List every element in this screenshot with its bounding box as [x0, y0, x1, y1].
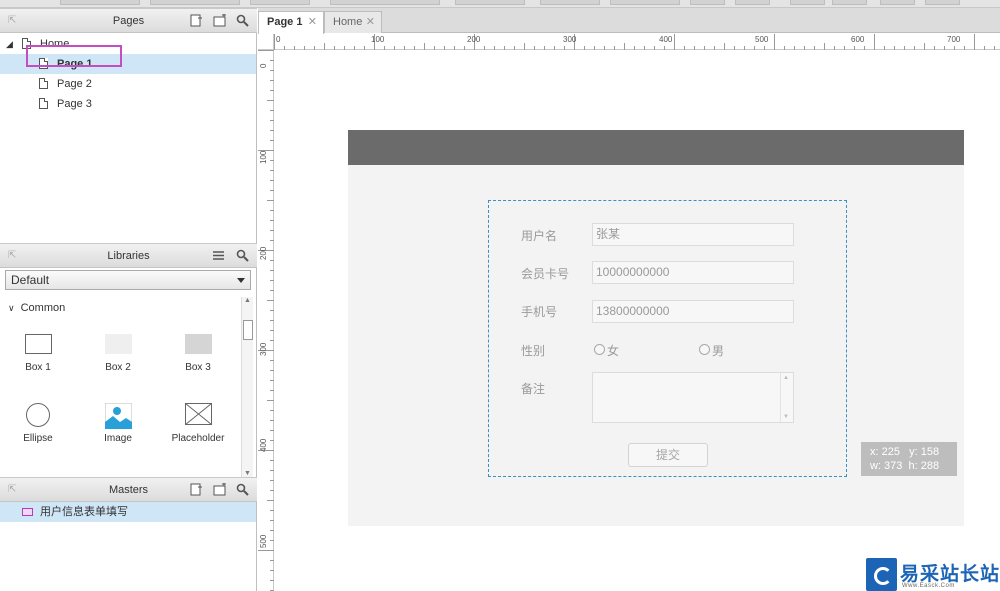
tree-item-label: Page 3 — [57, 98, 92, 110]
page-icon — [39, 98, 48, 109]
vertical-ruler: 0 100 200 300 400 500 — [258, 50, 274, 591]
ruler-label: 0 — [259, 63, 268, 68]
tooltip-w: w: 373 — [870, 460, 903, 472]
left-panel: ⇱ Pages ◢ Home Page 1 Page 2 Page 3 ⇱ Li… — [0, 8, 257, 591]
collapse-triangle-icon[interactable]: ◢ — [6, 34, 13, 54]
library-select-value: Default — [11, 273, 50, 287]
ruler-label: 500 — [259, 534, 268, 548]
page-icon — [39, 78, 48, 89]
selected-form-group[interactable] — [488, 200, 847, 477]
tab-label: Home — [333, 16, 363, 28]
page-icon — [22, 38, 31, 49]
logo-icon — [866, 558, 897, 591]
box-2-shape — [104, 334, 132, 354]
library-scrollbar[interactable]: ▲ ▼ — [241, 297, 253, 477]
tooltip-y: y: 158 — [909, 446, 940, 458]
ruler-label: 300 — [259, 342, 268, 356]
ruler-label: 200 — [259, 246, 268, 260]
ruler-label: 400 — [659, 35, 673, 44]
add-page-icon[interactable] — [190, 14, 203, 27]
tree-item-home[interactable]: ◢ Home — [0, 34, 256, 54]
mock-header-bar[interactable] — [348, 130, 964, 165]
tab-home[interactable]: Home ✕ — [324, 11, 382, 33]
library-group-common[interactable]: ∨ Common — [8, 302, 65, 314]
library-item-label: Image — [104, 433, 132, 444]
library-item-box-1[interactable]: Box 1 — [8, 334, 68, 373]
ruler-label: 100 — [371, 35, 385, 44]
add-master-icon[interactable] — [190, 483, 203, 496]
library-item-label: Box 3 — [185, 362, 211, 373]
master-item-label: 用户信息表单填写 — [40, 506, 128, 518]
tree-item-label: Home — [40, 38, 70, 50]
ruler-label: 300 — [563, 35, 577, 44]
watermark-text: 易采站长站 — [900, 563, 1000, 585]
search-icon[interactable] — [236, 483, 249, 496]
box-3-shape — [184, 334, 212, 354]
ruler-label: 400 — [259, 438, 268, 452]
search-icon[interactable] — [236, 14, 249, 27]
library-item-label: Ellipse — [23, 433, 53, 444]
page-icon — [39, 58, 48, 69]
library-item-label: Box 1 — [25, 362, 51, 373]
library-item-box-2[interactable]: Box 2 — [88, 334, 148, 373]
search-icon[interactable] — [236, 249, 249, 262]
watermark-subtext: Www.Easck.Com — [902, 583, 955, 589]
add-folder-icon[interactable] — [213, 483, 226, 496]
library-select[interactable]: Default — [5, 270, 251, 290]
scroll-down-icon[interactable]: ▼ — [244, 470, 251, 477]
masters-panel-header: ⇱ Masters — [0, 477, 257, 502]
add-folder-icon[interactable] — [213, 14, 226, 27]
tree-item-label: Page 2 — [57, 78, 92, 90]
tree-item-page-1[interactable]: Page 1 — [0, 54, 256, 74]
scroll-up-icon[interactable]: ▲ — [244, 297, 251, 304]
page-tabs: Page 1 ✕ Home ✕ — [258, 8, 1000, 34]
ruler-label: 500 — [755, 35, 769, 44]
tree-item-page-2[interactable]: Page 2 — [0, 74, 256, 94]
ruler-label: 600 — [851, 35, 865, 44]
tab-page-1[interactable]: Page 1 ✕ — [258, 11, 324, 34]
horizontal-ruler: 0 100 200 300 400 500 600 700 — [274, 34, 1000, 50]
library-item-label: Box 2 — [105, 362, 131, 373]
tree-item-label: Page 1 — [57, 58, 93, 70]
chevron-down-icon: ∨ — [8, 303, 15, 313]
ruler-label: 200 — [467, 35, 481, 44]
scroll-thumb[interactable] — [243, 320, 253, 340]
menu-icon[interactable] — [212, 249, 225, 262]
box-1-shape — [24, 334, 52, 354]
ruler-label: 0 — [276, 35, 281, 44]
library-item-ellipse[interactable]: Ellipse — [8, 403, 68, 444]
tree-item-page-3[interactable]: Page 3 — [0, 94, 256, 114]
library-item-box-3[interactable]: Box 3 — [168, 334, 228, 373]
ruler-label: 100 — [259, 150, 268, 164]
ruler-label: 700 — [947, 35, 961, 44]
placeholder-icon — [184, 403, 212, 425]
library-item-placeholder[interactable]: Placeholder — [168, 403, 228, 444]
watermark-logo: 易采站长站 Www.Easck.Com — [866, 558, 1000, 591]
pages-panel-header: ⇱ Pages — [0, 8, 257, 33]
libraries-panel-header: ⇱ Libraries — [0, 243, 257, 268]
library-group-label: Common — [20, 302, 66, 314]
tooltip-h: h: 288 — [908, 460, 940, 472]
close-icon[interactable]: ✕ — [308, 12, 317, 32]
tab-label: Page 1 — [267, 16, 303, 28]
ellipse-shape — [26, 403, 50, 427]
library-item-image[interactable]: Image — [88, 403, 148, 444]
size-position-tooltip: x: 225 y: 158 w: 373 h: 288 — [861, 442, 957, 476]
close-icon[interactable]: ✕ — [366, 12, 375, 32]
top-toolbar-strip — [0, 0, 1000, 8]
chevron-down-icon — [237, 278, 245, 283]
tooltip-x: x: 225 — [870, 446, 900, 458]
master-item[interactable]: 用户信息表单填写 — [0, 502, 256, 522]
master-icon — [22, 508, 33, 516]
library-item-label: Placeholder — [171, 433, 225, 444]
image-icon — [104, 403, 132, 429]
